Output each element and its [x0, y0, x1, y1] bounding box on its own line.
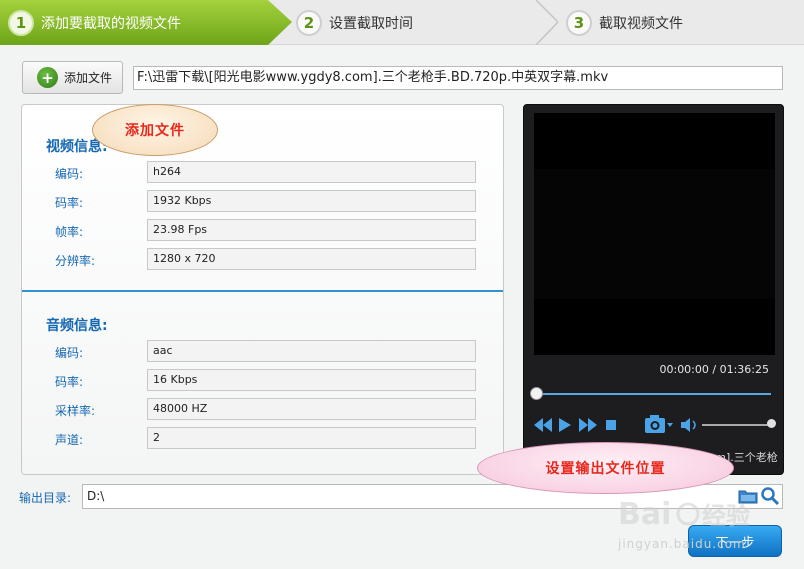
callout-add-file: 添加文件	[92, 104, 218, 156]
audio-samplerate-value: 48000 HZ	[147, 398, 476, 420]
volume-track[interactable]	[702, 424, 770, 426]
watermark-url: jingyan.baidu.com	[618, 537, 746, 551]
video-framerate-label: 帧率:	[55, 225, 84, 239]
fast-forward-icon[interactable]	[579, 417, 597, 433]
output-dir-label: 输出目录:	[19, 491, 72, 505]
file-path-field[interactable]: F:\迅雷下载\[阳光电影www.ygdy8.com].三个老枪手.BD.720…	[133, 66, 783, 90]
audio-info-title: 音频信息:	[46, 318, 108, 334]
callout-output: 设置输出文件位置	[477, 442, 734, 494]
step-separator-icon	[535, 0, 558, 45]
step-3[interactable]: 3 截取视频文件	[566, 0, 683, 45]
audio-codec-label: 编码:	[55, 346, 84, 360]
step-2-label: 设置截取时间	[329, 15, 413, 32]
step-2[interactable]: 2 设置截取时间	[296, 0, 413, 45]
stop-icon[interactable]	[605, 417, 617, 433]
folder-icon[interactable]	[738, 488, 758, 504]
video-framerate-value: 23.98 Fps	[147, 219, 476, 241]
step-3-number: 3	[566, 9, 592, 36]
add-file-button[interactable]: + 添加文件	[22, 61, 123, 94]
video-codec-label: 编码:	[55, 167, 84, 181]
seek-handle[interactable]	[530, 387, 543, 400]
audio-channels-label: 声道:	[55, 433, 84, 447]
video-bitrate-value: 1932 Kbps	[147, 190, 476, 212]
video-codec-value: h264	[147, 161, 476, 183]
video-resolution-label: 分辨率:	[55, 254, 96, 268]
video-player: 00:00:00 / 01:36:25 当前文件: [阳光电影www.ygdy8…	[523, 104, 784, 475]
media-info-panel: 视频信息: 编码: h264 码率: 1932 Kbps 帧率: 23.98 F…	[21, 104, 504, 475]
volume-icon[interactable]	[681, 417, 699, 433]
step-1-label: 添加要截取的视频文件	[41, 15, 181, 32]
video-frame	[534, 169, 775, 299]
play-icon[interactable]	[559, 417, 571, 433]
add-file-label: 添加文件	[64, 71, 113, 85]
step-1[interactable]: 1 添加要截取的视频文件	[0, 0, 292, 45]
step-3-label: 截取视频文件	[599, 15, 683, 32]
rewind-icon[interactable]	[534, 417, 552, 433]
video-screen[interactable]	[534, 113, 775, 355]
seek-track[interactable]	[537, 393, 771, 395]
camera-icon[interactable]	[644, 414, 674, 434]
video-bitrate-label: 码率:	[55, 196, 84, 210]
timecode: 00:00:00 / 01:36:25	[659, 363, 769, 376]
search-icon[interactable]	[760, 486, 780, 506]
step-wizard: 1 添加要截取的视频文件 2 设置截取时间 3 截取视频文件	[0, 0, 804, 45]
plus-icon: +	[37, 67, 58, 88]
audio-channels-value: 2	[147, 427, 476, 449]
step-1-number: 1	[8, 9, 34, 36]
audio-samplerate-label: 采样率:	[55, 404, 96, 418]
audio-bitrate-label: 码率:	[55, 375, 84, 389]
audio-codec-value: aac	[147, 340, 476, 362]
video-resolution-value: 1280 x 720	[147, 248, 476, 270]
audio-bitrate-value: 16 Kbps	[147, 369, 476, 391]
volume-handle[interactable]	[767, 419, 776, 428]
step-2-number: 2	[296, 9, 322, 36]
section-divider	[22, 290, 503, 292]
